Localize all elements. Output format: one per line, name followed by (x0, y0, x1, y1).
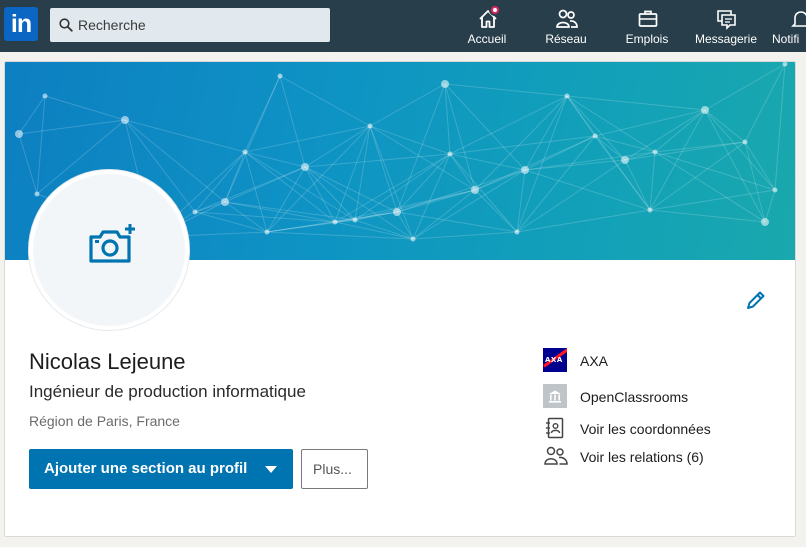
network-node (121, 116, 129, 124)
network-node (264, 229, 270, 235)
network-node (564, 93, 570, 99)
linkedin-logo[interactable]: in (4, 7, 38, 41)
profile-photo-placeholder[interactable] (29, 170, 189, 330)
network-node (221, 198, 229, 206)
nav-notifications[interactable]: Notifi (772, 0, 806, 52)
network-node (471, 186, 479, 194)
network-node (192, 209, 198, 215)
top-navbar: in Accueil Réseau Emplois (0, 0, 806, 52)
nav-jobs-label: Emplois (625, 32, 669, 46)
contact-book-icon (546, 417, 564, 439)
school-name: OpenClassrooms (580, 389, 689, 405)
profile-headline: Ingénieur de production informatique (29, 382, 306, 401)
caret-down-icon (265, 466, 277, 473)
add-photo-camera-icon (89, 224, 135, 263)
network-node (447, 151, 453, 157)
nav-network[interactable]: Réseau (538, 0, 594, 52)
nav-messaging[interactable]: Messagerie (693, 0, 759, 52)
network-node (441, 80, 449, 88)
nav-home[interactable]: Accueil (460, 0, 514, 52)
notifications-icon (791, 11, 806, 27)
school-building-icon (543, 384, 567, 408)
network-node (352, 217, 358, 223)
profile-name: Nicolas Lejeune (29, 349, 186, 374)
add-profile-section-label: Ajouter une section au profil (44, 460, 248, 477)
add-profile-section-button[interactable]: Ajouter une section au profil (29, 449, 293, 489)
network-node (701, 106, 709, 114)
network-node (15, 130, 23, 138)
network-node (772, 187, 778, 193)
search-input[interactable] (78, 8, 326, 42)
connections-label: Voir les relations (6) (580, 449, 704, 465)
network-node (34, 191, 40, 197)
network-node (592, 133, 598, 139)
company-name: AXA (580, 353, 609, 369)
profile-location: Région de Paris, France (29, 413, 180, 429)
profile-card: Nicolas Lejeune Ingénieur de production … (4, 61, 796, 537)
messaging-icon (717, 10, 736, 30)
briefcase-icon (638, 10, 658, 27)
network-node (647, 207, 653, 213)
more-button-label: Plus... (313, 461, 352, 477)
search-icon (59, 18, 73, 32)
search-box[interactable] (50, 8, 330, 42)
notification-badge (489, 4, 501, 16)
network-node (652, 149, 658, 155)
network-node (521, 166, 529, 174)
axa-logo: AXA (543, 348, 567, 372)
network-node (277, 73, 283, 79)
nav-notifications-label: Notifi (772, 32, 800, 46)
nav-network-label: Réseau (545, 32, 587, 46)
nav-messaging-label: Messagerie (694, 32, 758, 46)
network-node (782, 62, 788, 67)
network-node (332, 219, 338, 225)
network-node (514, 229, 520, 235)
network-node (242, 149, 248, 155)
nav-jobs[interactable]: Emplois (619, 0, 675, 52)
network-node (367, 123, 373, 129)
network-node (761, 218, 769, 226)
network-node (301, 163, 309, 171)
more-button[interactable]: Plus... (301, 449, 368, 489)
network-node (393, 208, 401, 216)
network-node (742, 139, 748, 145)
edit-pencil-icon[interactable] (745, 289, 767, 311)
network-icon (556, 9, 578, 28)
network-node (410, 236, 416, 242)
network-node (621, 156, 629, 164)
connections-people-icon (544, 446, 568, 465)
network-node (42, 93, 48, 99)
nav-home-label: Accueil (467, 32, 507, 46)
contact-info-label: Voir les coordonnées (580, 421, 711, 437)
